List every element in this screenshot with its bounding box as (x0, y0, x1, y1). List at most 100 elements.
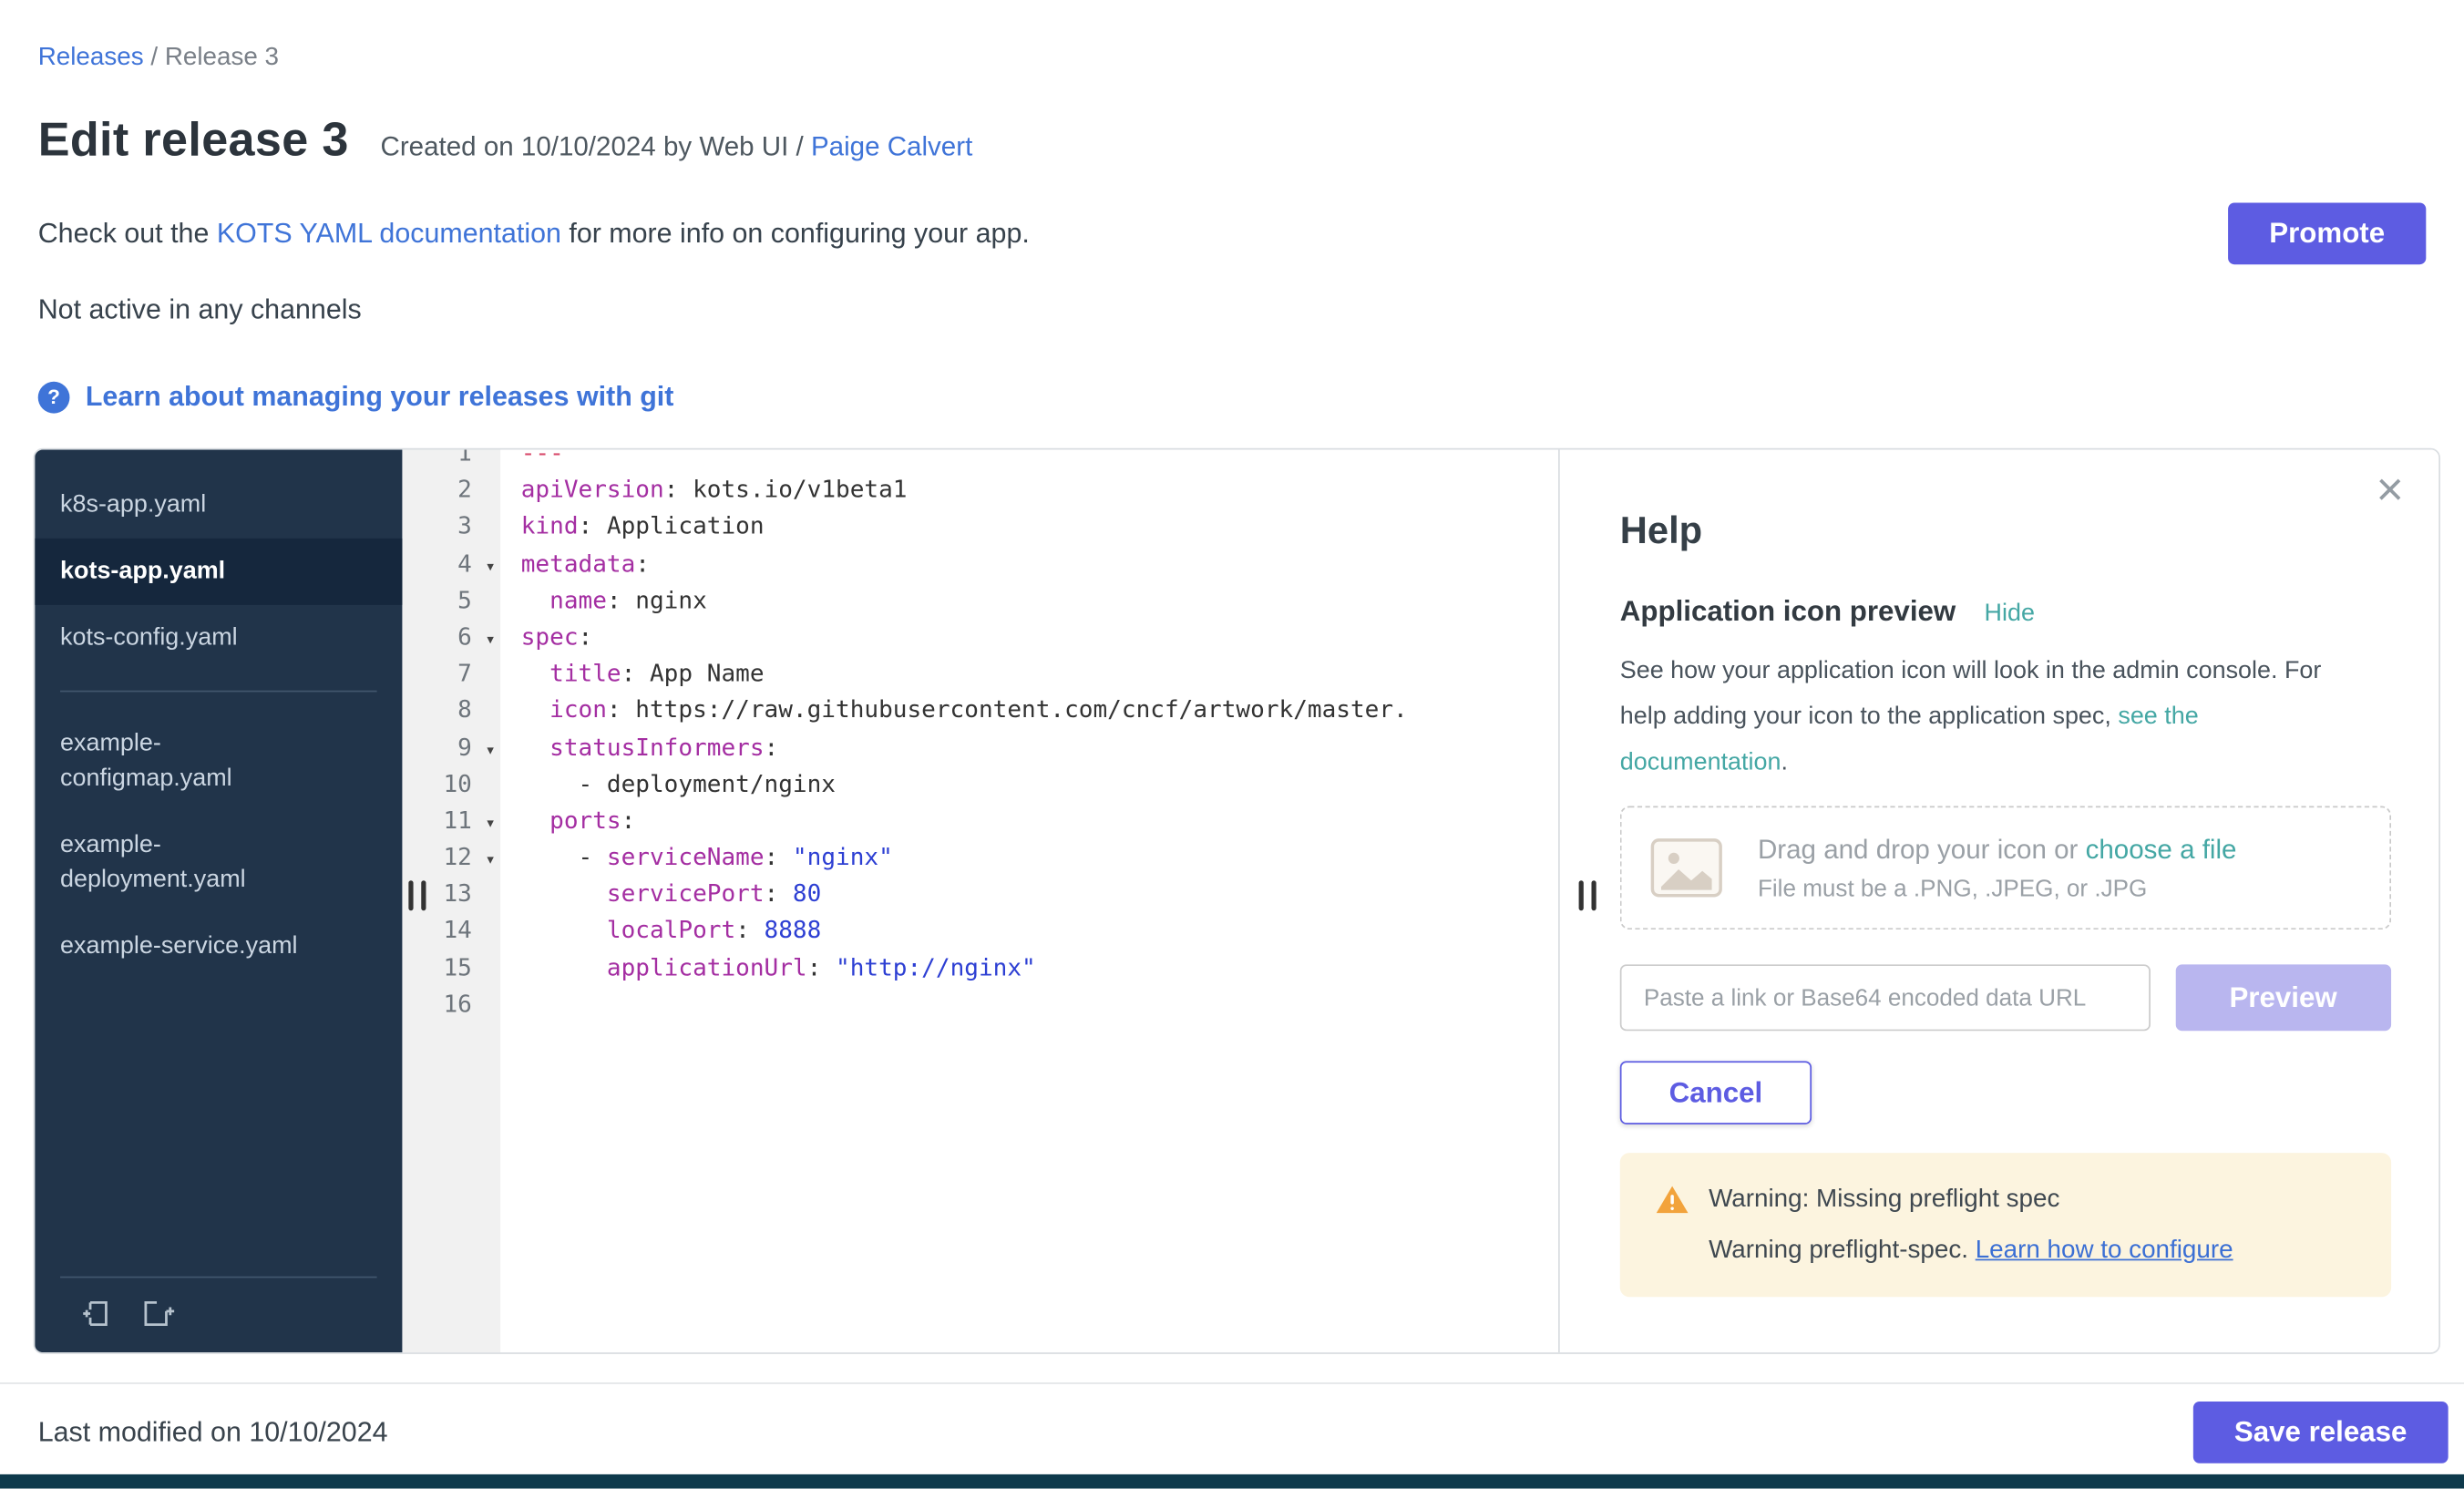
code-line[interactable]: spec: (521, 619, 1558, 655)
configure-preflight-link[interactable]: Learn how to configure (1976, 1237, 2233, 1264)
code-line[interactable]: --- (521, 450, 1558, 473)
file-name: kots-app.yaml (60, 554, 225, 589)
help-panel-title: Help (1620, 510, 2391, 555)
breadcrumb-releases-link[interactable]: Releases (38, 45, 144, 72)
code-line[interactable]: statusInformers: (521, 729, 1558, 765)
docs-row: Check out the KOTS YAML documentation fo… (0, 202, 2464, 264)
hide-link[interactable]: Hide (1985, 601, 2035, 629)
fold-arrow-icon[interactable]: ▾ (485, 621, 496, 657)
fold-arrow-icon[interactable]: ▾ (485, 548, 496, 584)
code-line[interactable]: localPort: 8888 (521, 913, 1558, 950)
file-tree-item[interactable]: example-service.yaml (35, 914, 402, 981)
warning-text: Warning: Missing preflight spec (1709, 1186, 2059, 1214)
warning-triangle-icon (1655, 1185, 1689, 1215)
code-lines: ---apiVersion: kots.io/v1beta1kind: Appl… (521, 450, 1558, 1023)
file-tree-list: k8s-app.yaml kots-app.yaml kots-config.yam… (35, 472, 402, 981)
icon-url-input[interactable] (1620, 964, 2151, 1031)
code-line[interactable]: applicationUrl: "http://nginx" (521, 950, 1558, 986)
preview-button[interactable]: Preview (2175, 964, 2391, 1031)
code-content[interactable]: ---apiVersion: kots.io/v1beta1kind: Appl… (500, 450, 1558, 1353)
fold-arrow-icon[interactable]: ▾ (485, 841, 496, 878)
image-placeholder-icon (1650, 837, 1723, 898)
code-line[interactable]: icon: https://raw.githubusercontent.com/… (521, 693, 1558, 729)
file-name: kots-config.yaml (60, 621, 238, 655)
fold-arrow-icon[interactable]: ▾ (485, 805, 496, 841)
code-line[interactable]: - deployment/nginx (521, 766, 1558, 803)
line-number: 8 (402, 693, 500, 729)
new-file-icon[interactable] (141, 1297, 178, 1330)
code-line[interactable]: title: App Name (521, 656, 1558, 693)
release-editor: k8s-app.yaml kots-app.yaml kots-config.yam… (33, 448, 2439, 1354)
breadcrumb-separator: / (144, 45, 165, 72)
add-file-icon[interactable] (79, 1297, 112, 1330)
line-number: 5 (402, 582, 500, 619)
code-line[interactable]: kind: Application (521, 508, 1558, 545)
promote-button[interactable]: Promote (2228, 202, 2426, 264)
line-number: 6▾ (402, 619, 500, 655)
panel-resize-handle-left[interactable] (408, 880, 426, 910)
question-circle-icon: ? (38, 381, 70, 413)
close-icon[interactable]: × (2377, 462, 2404, 519)
gutter-lines: 1234▾56▾789▾1011▾12▾13141516 (402, 450, 500, 1023)
line-number: 1 (402, 450, 500, 473)
code-line[interactable] (521, 986, 1558, 1022)
file-name: example-service.yaml (60, 929, 297, 964)
code-line[interactable]: servicePort: 80 (521, 876, 1558, 912)
save-release-button[interactable]: Save release (2193, 1402, 2449, 1463)
file-tree-item[interactable]: example-deployment.yaml (35, 812, 402, 913)
dropzone-text: Drag and drop your icon or choose a file (1758, 834, 2237, 866)
header: Edit release 3 Created on 10/10/2024 by … (0, 114, 2464, 168)
code-line[interactable]: ports: (521, 803, 1558, 839)
help-panel: × Help Application icon preview Hide See… (1558, 450, 2438, 1353)
page-title: Edit release 3 (38, 114, 349, 168)
last-modified-text: Last modified on 10/10/2024 (38, 1416, 388, 1449)
code-line[interactable]: metadata: (521, 546, 1558, 582)
docs-hint-suffix: for more info on configuring your app. (561, 217, 1030, 249)
file-tree-divider (60, 691, 377, 693)
kots-yaml-docs-link[interactable]: KOTS YAML documentation (217, 217, 561, 249)
author-link[interactable]: Paige Calvert (811, 131, 972, 161)
icon-dropzone[interactable]: Drag and drop your icon or choose a file… (1620, 806, 2391, 930)
line-number: 14 (402, 913, 500, 950)
file-tree-item[interactable]: kots-config.yaml (35, 605, 402, 672)
code-editor[interactable]: 1234▾56▾789▾1011▾12▾13141516 ---apiVersi… (402, 450, 1558, 1353)
created-text: Created on 10/10/2024 by Web UI / (381, 131, 811, 161)
code-line[interactable]: - serviceName: "nginx" (521, 839, 1558, 876)
fold-arrow-icon[interactable]: ▾ (485, 731, 496, 767)
panel-resize-handle-right[interactable] (1579, 880, 1596, 910)
line-number: 7 (402, 656, 500, 693)
breadcrumb-current: Release 3 (165, 45, 279, 72)
file-tree-item[interactable]: k8s-app.yaml (35, 472, 402, 539)
file-tree-item[interactable]: kots-app.yaml (35, 539, 402, 605)
description-text: See how your application icon will look … (1620, 657, 2322, 730)
code-line[interactable]: apiVersion: kots.io/v1beta1 (521, 472, 1558, 508)
line-number: 15 (402, 950, 500, 986)
warning-detail-text: Warning preflight-spec. (1709, 1237, 1976, 1264)
preflight-warning-box: Warning: Missing preflight spec Warning … (1620, 1153, 2391, 1297)
icon-preview-description: See how your application icon will look … (1620, 648, 2367, 786)
warning-detail: Warning preflight-spec. Learn how to con… (1655, 1237, 2356, 1265)
cancel-button[interactable]: Cancel (1620, 1061, 1812, 1124)
choose-file-link[interactable]: choose a file (2086, 834, 2237, 864)
created-info: Created on 10/10/2024 by Web UI / Paige … (381, 131, 973, 163)
line-number: 16 (402, 986, 500, 1022)
icon-preview-title: Application icon preview (1620, 595, 1956, 628)
line-number: 10 (402, 766, 500, 803)
docs-hint: Check out the KOTS YAML documentation fo… (38, 217, 1030, 250)
line-number: 12▾ (402, 839, 500, 876)
file-tree-tools (35, 1277, 402, 1352)
git-help-row: ? Learn about managing your releases wit… (0, 380, 2464, 413)
page: Releases / Release 3 Edit release 3 Crea… (0, 0, 2464, 1489)
bottom-strip (0, 1474, 2464, 1489)
git-releases-link[interactable]: Learn about managing your releases with … (86, 380, 674, 413)
file-tree-item[interactable]: example-configmap.yaml (35, 711, 402, 812)
code-line[interactable]: name: nginx (521, 582, 1558, 619)
line-number: 9▾ (402, 729, 500, 765)
channel-status: Not active in any channels (0, 293, 2464, 325)
breadcrumb: Releases / Release 3 (0, 0, 2464, 73)
footer-divider (0, 1382, 2464, 1384)
line-number: 4▾ (402, 546, 500, 582)
file-name: example-configmap.yaml (60, 727, 298, 796)
line-number: 3 (402, 508, 500, 545)
description-period: . (1781, 749, 1787, 776)
